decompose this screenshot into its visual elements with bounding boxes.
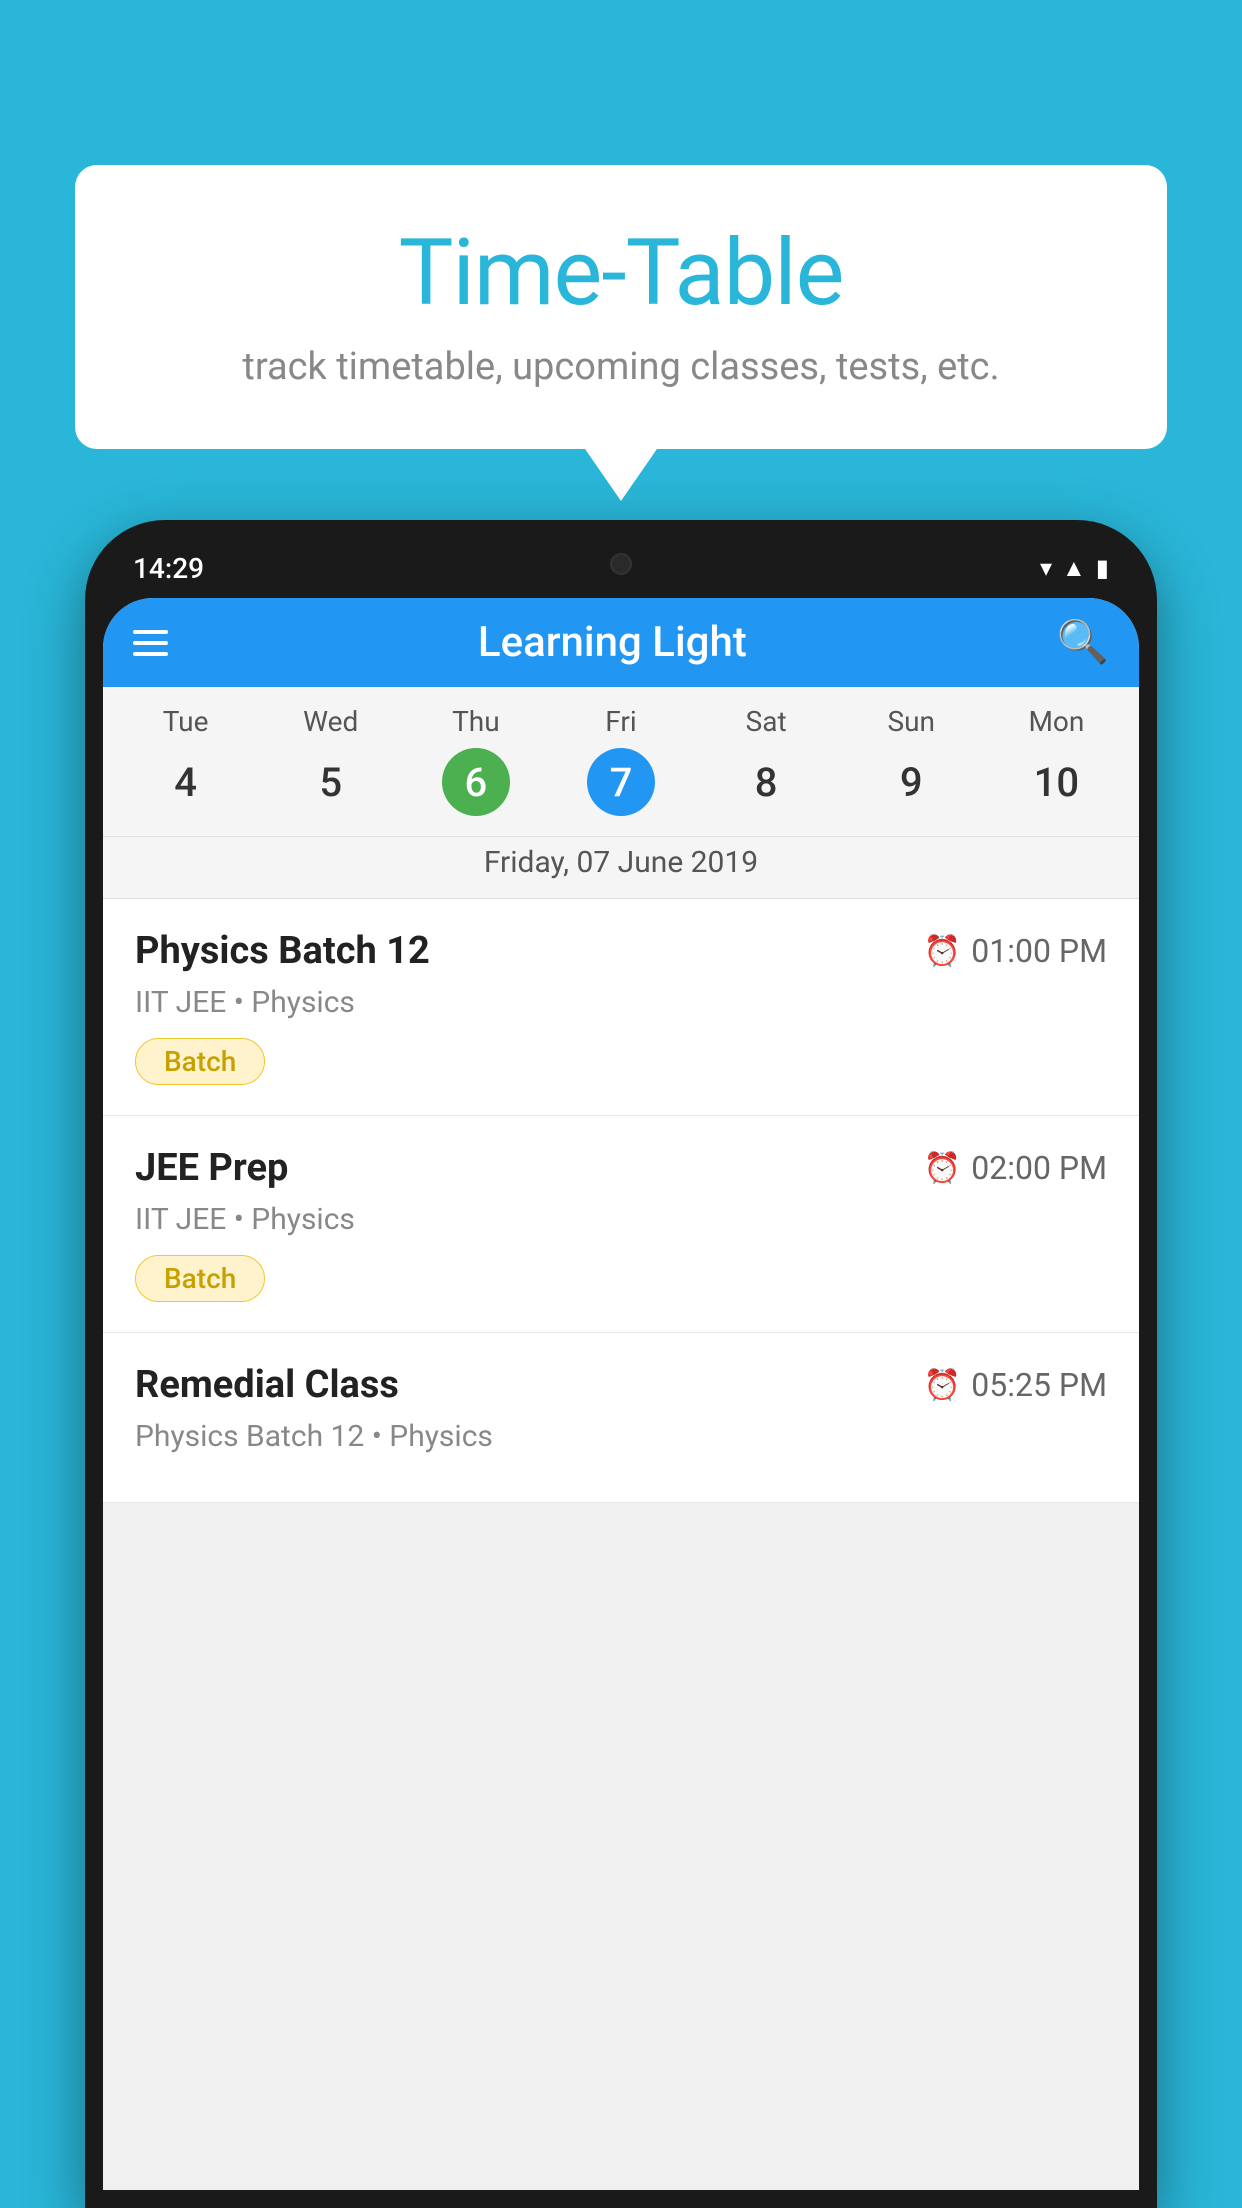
speech-bubble: Time-Table track timetable, upcoming cla… (75, 165, 1167, 449)
class-detail-1: IIT JEE • Physics (135, 985, 1107, 1020)
day-5[interactable]: 5 (258, 749, 403, 816)
phone-time: 14:29 (133, 552, 204, 585)
class-card-jee-prep[interactable]: JEE Prep ⏰ 02:00 PM IIT JEE • Physics Ba… (103, 1116, 1139, 1333)
day-9[interactable]: 9 (839, 749, 984, 816)
day-header-sun: Sun (839, 705, 984, 738)
calendar-section: Tue Wed Thu Fri Sat Sun Mon 4 5 6 7 8 9 … (103, 687, 1139, 899)
class-card-remedial[interactable]: Remedial Class ⏰ 05:25 PM Physics Batch … (103, 1333, 1139, 1503)
bubble-subtitle: track timetable, upcoming classes, tests… (135, 345, 1107, 389)
phone-status-bar: 14:29 ▾ ▲ ▮ (103, 538, 1139, 598)
hamburger-menu-icon[interactable] (133, 630, 168, 656)
menu-line-3 (133, 652, 168, 656)
status-icons: ▾ ▲ ▮ (1040, 554, 1109, 583)
class-name-2: JEE Prep (135, 1146, 288, 1190)
class-time-2: ⏰ 02:00 PM (924, 1149, 1107, 1187)
clock-icon-3: ⏰ (924, 1368, 961, 1403)
menu-line-1 (133, 630, 168, 634)
phone-screen: Learning Light 🔍 Tue Wed Thu Fri Sat Sun… (103, 598, 1139, 2190)
batch-badge-1: Batch (135, 1038, 265, 1085)
day-header-thu: Thu (403, 705, 548, 738)
class-name-3: Remedial Class (135, 1363, 399, 1407)
day-8[interactable]: 8 (694, 749, 839, 816)
bubble-title: Time-Table (135, 220, 1107, 327)
class-detail-3: Physics Batch 12 • Physics (135, 1419, 1107, 1454)
day-headers: Tue Wed Thu Fri Sat Sun Mon (103, 687, 1139, 743)
class-card-header-1: Physics Batch 12 ⏰ 01:00 PM (135, 929, 1107, 973)
day-7-selected[interactable]: 7 (587, 748, 655, 816)
selected-date: Friday, 07 June 2019 (103, 836, 1139, 898)
phone-notch (531, 538, 711, 590)
speech-bubble-container: Time-Table track timetable, upcoming cla… (75, 165, 1167, 449)
day-header-wed: Wed (258, 705, 403, 738)
wifi-icon: ▾ (1040, 554, 1052, 582)
day-4[interactable]: 4 (113, 749, 258, 816)
clock-icon-1: ⏰ (924, 934, 961, 969)
class-time-3: ⏰ 05:25 PM (924, 1366, 1107, 1404)
class-name-1: Physics Batch 12 (135, 929, 430, 973)
classes-list: Physics Batch 12 ⏰ 01:00 PM IIT JEE • Ph… (103, 899, 1139, 1503)
app-header: Learning Light 🔍 (103, 598, 1139, 687)
day-header-mon: Mon (984, 705, 1129, 738)
class-card-header-2: JEE Prep ⏰ 02:00 PM (135, 1146, 1107, 1190)
batch-badge-2: Batch (135, 1255, 265, 1302)
app-title: Learning Light (478, 618, 747, 667)
day-10[interactable]: 10 (984, 749, 1129, 816)
clock-icon-2: ⏰ (924, 1151, 961, 1186)
day-header-fri: Fri (548, 705, 693, 738)
class-time-1: ⏰ 01:00 PM (924, 932, 1107, 970)
day-header-sat: Sat (694, 705, 839, 738)
day-numbers: 4 5 6 7 8 9 10 (103, 743, 1139, 831)
search-icon[interactable]: 🔍 (1057, 618, 1109, 667)
menu-line-2 (133, 641, 168, 645)
signal-icon: ▲ (1062, 554, 1086, 583)
class-card-physics-batch[interactable]: Physics Batch 12 ⏰ 01:00 PM IIT JEE • Ph… (103, 899, 1139, 1116)
day-6-today[interactable]: 6 (442, 748, 510, 816)
battery-icon: ▮ (1096, 554, 1109, 582)
phone-frame: 14:29 ▾ ▲ ▮ Learning Light 🔍 Tue Wed (85, 520, 1157, 2208)
day-header-tue: Tue (113, 705, 258, 738)
class-detail-2: IIT JEE • Physics (135, 1202, 1107, 1237)
class-card-header-3: Remedial Class ⏰ 05:25 PM (135, 1363, 1107, 1407)
camera-dot (610, 553, 632, 575)
